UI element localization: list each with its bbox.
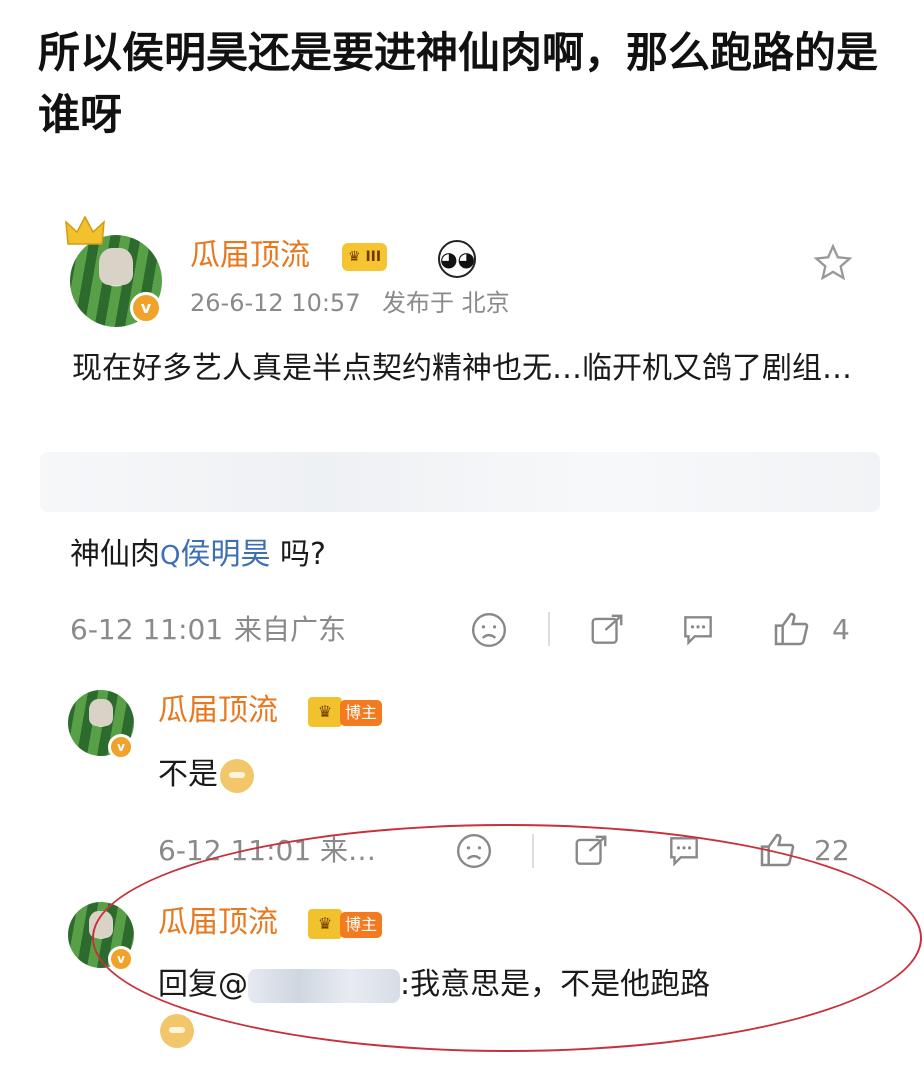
doge-emoji-icon (160, 1014, 194, 1048)
dislike-face-icon[interactable] (470, 611, 508, 649)
reply-username[interactable]: 瓜届顶流 (158, 693, 278, 729)
crown-icon (65, 215, 105, 245)
crown-icon: ♛ (308, 697, 342, 727)
comment-time: 6-12 11:01 (70, 613, 224, 646)
panda-icon: ◕◕ (438, 240, 476, 278)
level-badge[interactable]: ♛ III (342, 243, 388, 271)
crown-icon: ♛ (348, 249, 361, 265)
comment-text: 神仙肉Q侯明昊 吗? (70, 532, 326, 579)
verified-badge-icon: v (108, 734, 134, 760)
annotation-circle (92, 824, 922, 1052)
post-username[interactable]: 瓜届顶流 (190, 238, 310, 274)
post-timestamp: 26-6-12 10:57 (190, 289, 361, 317)
like-icon[interactable] (770, 609, 812, 649)
author-badge: 博主 (340, 700, 383, 726)
comment-like-count: 4 (832, 613, 850, 646)
doge-emoji-icon (220, 758, 254, 793)
divider (548, 612, 550, 646)
comment-suffix: 吗? (270, 537, 326, 572)
watermark (40, 452, 880, 512)
comment-icon[interactable] (678, 611, 718, 649)
reply-text-content: 不是 (158, 757, 218, 792)
level-badge-label: III (365, 249, 382, 265)
post-body: 现在好多艺人真是半点契约精神也无…临开机又鸽了剧组… (72, 351, 852, 386)
verified-badge-icon: v (130, 292, 162, 324)
search-icon: Q (160, 541, 181, 571)
page-title: 所以侯明昊还是要进神仙肉啊，那么跑路的是谁呀 (38, 28, 879, 139)
comment-source: 来自广东 (234, 613, 347, 646)
reply-like-count: 22 (814, 834, 850, 867)
reply-text: 不是 (158, 752, 254, 798)
comment-prefix: 神仙肉 (70, 537, 160, 572)
mention-link[interactable]: 侯明昊 (180, 537, 270, 572)
post-location: 发布于 北京 (382, 289, 510, 317)
star-favorite-icon[interactable] (812, 243, 854, 283)
share-icon[interactable] (588, 611, 626, 649)
